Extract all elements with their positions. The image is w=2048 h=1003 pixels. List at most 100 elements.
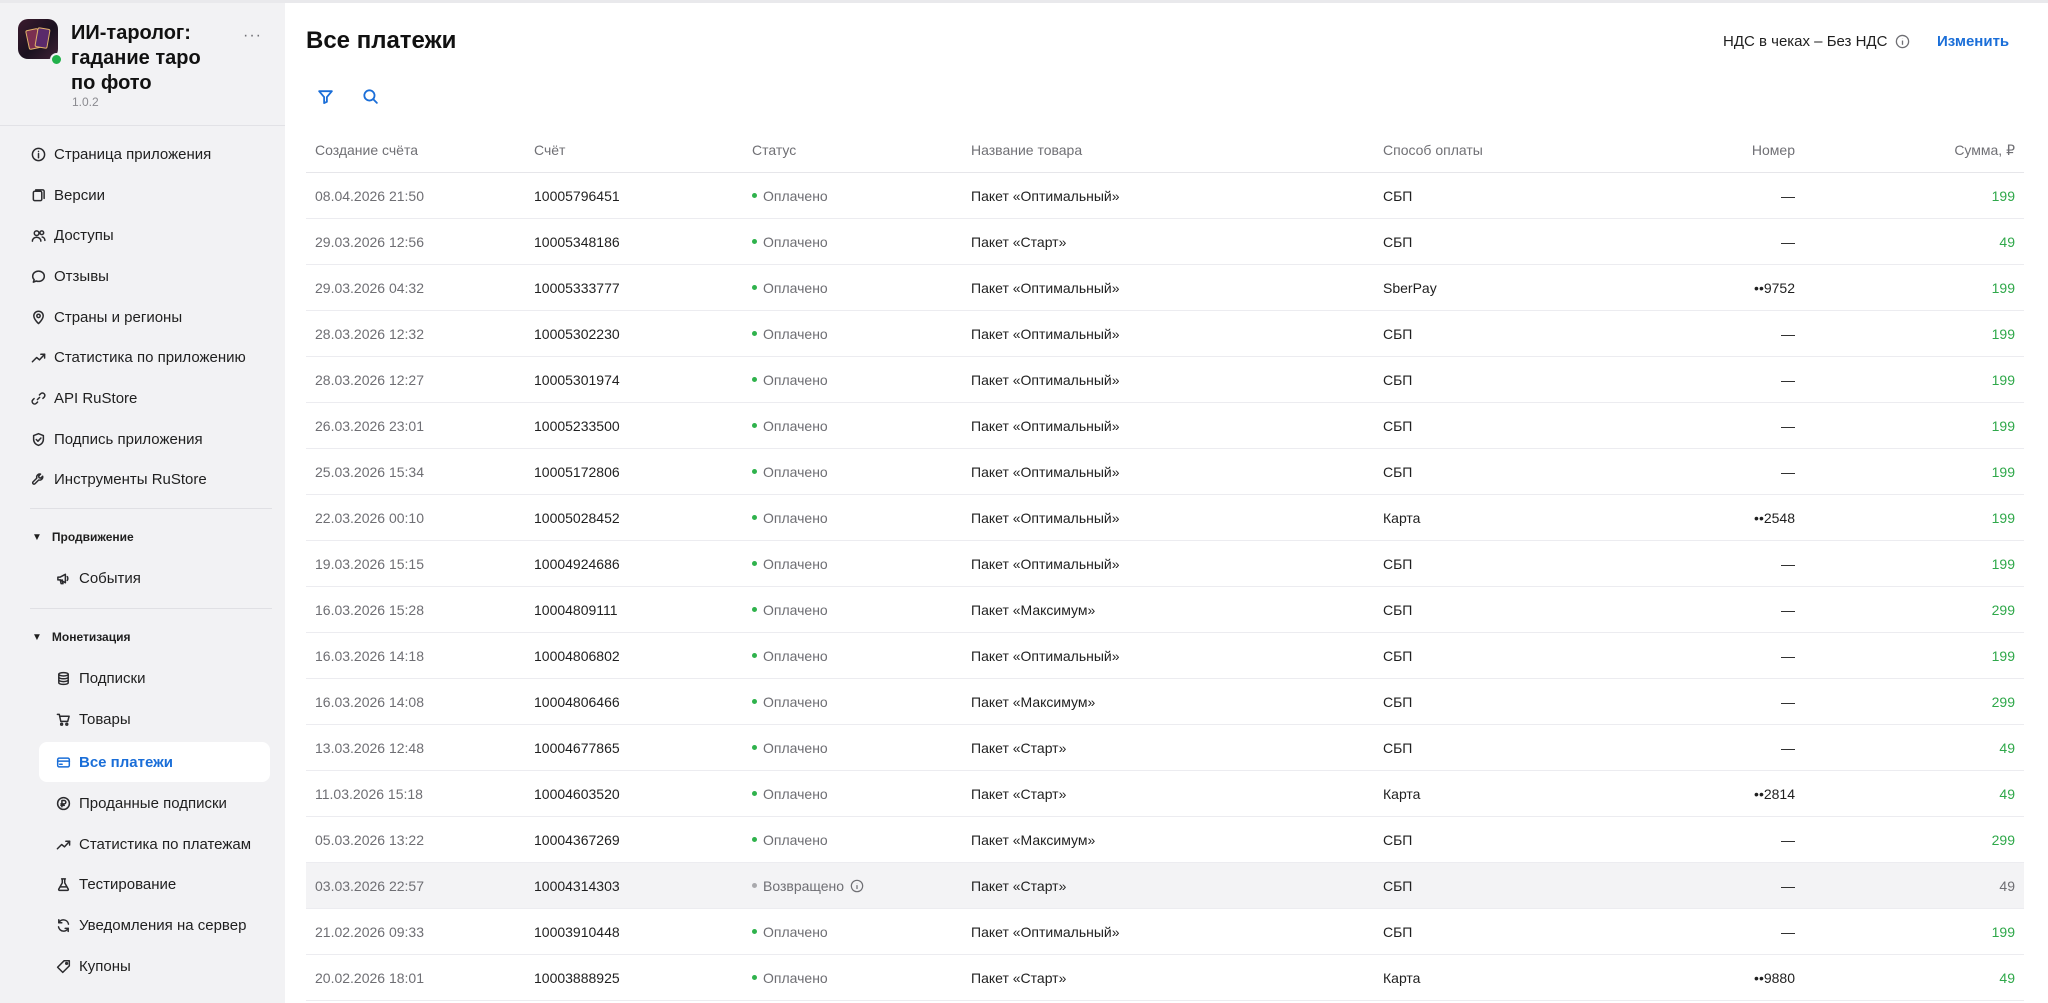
- table-row[interactable]: 26.03.2026 23:01 10005233500 Оплачено Пакет…: [306, 403, 2024, 449]
- table-row[interactable]: 16.03.2026 14:18 10004806802 Оплачено Пакет…: [306, 633, 2024, 679]
- table-row[interactable]: 20.02.2026 18:01 10003888925 Оплачено Пакет…: [306, 955, 2024, 1001]
- sidebar-item-products[interactable]: Товары: [55, 703, 131, 735]
- cell-payment-method: Карта: [1383, 509, 1421, 526]
- cell-number: —: [1781, 463, 1795, 480]
- column-header-payment-method[interactable]: Способ оплаты: [1383, 128, 1483, 172]
- sidebar-item-reviews[interactable]: Отзывы: [30, 260, 109, 292]
- table-row[interactable]: 21.02.2026 09:33 10003910448 Оплачено Пакет…: [306, 909, 2024, 955]
- sidebar-item-tools[interactable]: Инструменты RuStore: [30, 463, 207, 495]
- tag-icon: [55, 958, 71, 974]
- cart-icon: [55, 711, 71, 727]
- table-row[interactable]: 28.03.2026 12:27 10005301974 Оплачено Пакет…: [306, 357, 2024, 403]
- cell-invoice: 10004806466: [534, 693, 620, 710]
- status-dot: [752, 331, 757, 336]
- table-row[interactable]: 03.03.2026 22:57 10004314303 Возвращено Пак…: [306, 863, 2024, 909]
- cell-amount: 199: [1991, 647, 2015, 664]
- table-row[interactable]: 16.03.2026 14:08 10004806466 Оплачено Пакет…: [306, 679, 2024, 725]
- cell-number: —: [1781, 831, 1795, 848]
- status-dot: [752, 469, 757, 474]
- sidebar-divider: [30, 608, 272, 609]
- section-monetization[interactable]: ▼ Монетизация: [32, 630, 131, 644]
- cell-number: ••2548: [1754, 509, 1795, 526]
- status-text: Оплачено: [763, 509, 828, 526]
- table-row[interactable]: 22.03.2026 00:10 10005028452 Оплачено Пакет…: [306, 495, 2024, 541]
- table-header: Создание счёта Счёт Статус Название това…: [306, 128, 2024, 173]
- sidebar-item-access[interactable]: Доступы: [30, 219, 114, 251]
- sidebar-item-sold-subscriptions[interactable]: Проданные подписки: [55, 787, 227, 819]
- column-header-created[interactable]: Создание счёта: [315, 128, 418, 172]
- column-header-amount[interactable]: Сумма, ₽: [1954, 128, 2015, 172]
- sidebar: ИИ-таролог: гадание таро по фото 1.0.2 ·…: [0, 3, 285, 1003]
- table-row[interactable]: 11.03.2026 15:18 10004603520 Оплачено Пакет…: [306, 771, 2024, 817]
- info-icon[interactable]: [1895, 34, 1910, 49]
- sidebar-item-all-payments[interactable]: Все платежи: [55, 746, 173, 778]
- change-vat-link[interactable]: Изменить: [1937, 33, 2009, 50]
- sidebar-item-server-notifications[interactable]: Уведомления на сервер: [55, 909, 246, 941]
- cell-amount: 49: [1999, 877, 2015, 894]
- info-icon: [30, 146, 46, 162]
- sidebar-item-events[interactable]: События: [55, 562, 141, 594]
- cell-status: Оплачено: [752, 909, 828, 954]
- cell-payment-method: СБП: [1383, 233, 1413, 250]
- table-row[interactable]: 05.03.2026 13:22 10004367269 Оплачено Пакет…: [306, 817, 2024, 863]
- megaphone-icon: [55, 570, 71, 586]
- table-row[interactable]: 19.03.2026 15:15 10004924686 Оплачено Пакет…: [306, 541, 2024, 587]
- cell-number: —: [1781, 693, 1795, 710]
- section-promotion[interactable]: ▼ Продвижение: [32, 530, 134, 544]
- filter-icon: [317, 89, 333, 104]
- sidebar-item-versions[interactable]: Версии: [30, 179, 105, 211]
- column-header-number[interactable]: Номер: [1752, 128, 1795, 172]
- column-header-status[interactable]: Статус: [752, 128, 796, 172]
- cell-created: 28.03.2026 12:27: [315, 371, 424, 388]
- status-text: Возвращено: [763, 877, 845, 894]
- cell-payment-method: СБП: [1383, 555, 1413, 572]
- table-row[interactable]: 29.03.2026 12:56 10005348186 Оплачено Пакет…: [306, 219, 2024, 265]
- cell-created: 13.03.2026 12:48: [315, 739, 424, 756]
- search-icon: [362, 88, 378, 104]
- cell-created: 11.03.2026 15:18: [315, 785, 423, 802]
- sidebar-item-payment-stats[interactable]: Статистика по платежам: [55, 828, 251, 860]
- cell-created: 22.03.2026 00:10: [315, 509, 424, 526]
- triangle-down-icon: ▼: [32, 531, 42, 543]
- sidebar-item-subscriptions[interactable]: Подписки: [55, 662, 146, 694]
- vat-setting: НДС в чеках – Без НДС: [1723, 33, 1910, 50]
- table-row[interactable]: 25.03.2026 15:34 10005172806 Оплачено Пакет…: [306, 449, 2024, 495]
- cell-product: Пакет «Оптимальный»: [971, 371, 1120, 388]
- sidebar-item-app-stats[interactable]: Статистика по приложению: [30, 341, 246, 373]
- cell-created: 19.03.2026 15:15: [315, 555, 424, 572]
- status-text: Оплачено: [763, 371, 828, 388]
- cell-invoice: 10005301974: [534, 371, 620, 388]
- cell-product: Пакет «Оптимальный»: [971, 279, 1120, 296]
- table-row[interactable]: 08.04.2026 21:50 10005796451 Оплачено Пакет…: [306, 173, 2024, 219]
- coin-icon: [55, 795, 71, 811]
- sidebar-item-app-page[interactable]: Страница приложения: [30, 138, 211, 170]
- cell-number: ••9880: [1754, 969, 1795, 986]
- cell-product: Пакет «Старт»: [971, 785, 1067, 802]
- cell-created: 05.03.2026 13:22: [315, 831, 424, 848]
- cell-amount: 199: [1991, 325, 2015, 342]
- column-header-product[interactable]: Название товара: [971, 128, 1082, 172]
- table-row[interactable]: 29.03.2026 04:32 10005333777 Оплачено Пакет…: [306, 265, 2024, 311]
- sidebar-item-coupons[interactable]: Купоны: [55, 950, 131, 982]
- cell-amount: 299: [1991, 693, 2015, 710]
- filter-button[interactable]: [315, 86, 335, 106]
- search-button[interactable]: [360, 86, 380, 106]
- more-options-button[interactable]: ···: [243, 27, 262, 45]
- table-row[interactable]: 16.03.2026 15:28 10004809111 Оплачено Пакет…: [306, 587, 2024, 633]
- status-dot: [752, 883, 757, 888]
- sidebar-item-app-signature[interactable]: Подпись приложения: [30, 423, 203, 455]
- table-row[interactable]: 13.03.2026 12:48 10004677865 Оплачено Пакет…: [306, 725, 2024, 771]
- cell-payment-method: СБП: [1383, 371, 1413, 388]
- column-header-invoice[interactable]: Счёт: [534, 128, 565, 172]
- sidebar-item-testing[interactable]: Тестирование: [55, 868, 176, 900]
- sidebar-item-label: Доступы: [54, 226, 114, 244]
- table-row[interactable]: 28.03.2026 12:32 10005302230 Оплачено Пакет…: [306, 311, 2024, 357]
- cell-status: Оплачено: [752, 679, 828, 724]
- sidebar-item-countries[interactable]: Страны и регионы: [30, 301, 182, 333]
- cell-payment-method: СБП: [1383, 325, 1413, 342]
- status-dot: [752, 561, 757, 566]
- info-icon[interactable]: [850, 879, 864, 893]
- cell-number: —: [1781, 371, 1795, 388]
- sidebar-item-api[interactable]: API RuStore: [30, 382, 137, 414]
- cell-product: Пакет «Старт»: [971, 969, 1067, 986]
